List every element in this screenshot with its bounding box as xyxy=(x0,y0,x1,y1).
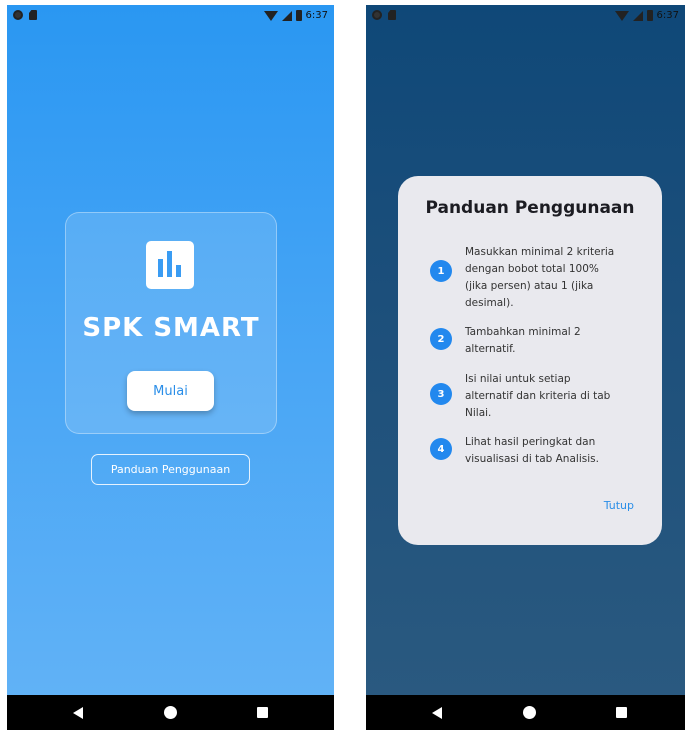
navigation-bar xyxy=(7,695,334,730)
sd-card-icon xyxy=(388,10,396,20)
notification-icon xyxy=(13,10,23,20)
step-text: Lihat hasil peringkat dan visualisasi di… xyxy=(465,436,599,465)
signal-icon xyxy=(281,10,292,21)
app-title: SPK SMART xyxy=(82,313,260,343)
recent-apps-icon[interactable] xyxy=(257,707,268,718)
step-text: Tambahkan minimal 2 alternatif. xyxy=(465,326,581,355)
step-number: 1 xyxy=(430,260,452,282)
status-bar: 6:37 xyxy=(7,5,334,27)
step-number: 2 xyxy=(430,328,452,350)
step-text: Isi nilai untuk setiap alternatif dan kr… xyxy=(465,373,611,419)
notification-icon xyxy=(372,10,382,20)
wifi-icon xyxy=(263,10,278,21)
battery-icon xyxy=(646,10,653,21)
close-button[interactable]: Tutup xyxy=(604,499,634,512)
back-icon[interactable] xyxy=(73,707,83,719)
guide-button[interactable]: Panduan Penggunaan xyxy=(91,454,250,485)
wifi-icon xyxy=(614,10,629,21)
step-number: 3 xyxy=(430,383,452,405)
signal-icon xyxy=(632,10,643,21)
back-icon[interactable] xyxy=(432,707,442,719)
home-icon[interactable] xyxy=(523,706,536,719)
step-text: Masukkan minimal 2 kriteria dengan bobot… xyxy=(465,246,615,309)
step-number: 4 xyxy=(430,438,452,460)
dialog-title: Panduan Penggunaan xyxy=(425,198,635,218)
status-time: 6:37 xyxy=(305,10,328,21)
navigation-bar xyxy=(366,695,685,730)
status-time: 6:37 xyxy=(656,10,679,21)
home-icon[interactable] xyxy=(164,706,177,719)
battery-icon xyxy=(295,10,302,21)
start-button[interactable]: Mulai xyxy=(127,371,214,411)
status-bar: 6:37 xyxy=(366,5,685,27)
home-screen: 6:37 SPK SMART Mulai Panduan Penggunaan xyxy=(7,5,334,730)
recent-apps-icon[interactable] xyxy=(616,707,627,718)
guide-dialog: Panduan Penggunaan 1 Masukkan minimal 2 … xyxy=(398,176,662,545)
guide-screen: 6:37 Panduan Penggunaan 1 Masukkan minim… xyxy=(366,5,685,730)
welcome-card: SPK SMART Mulai xyxy=(65,212,277,434)
sd-card-icon xyxy=(29,10,37,20)
chart-icon xyxy=(146,241,194,289)
